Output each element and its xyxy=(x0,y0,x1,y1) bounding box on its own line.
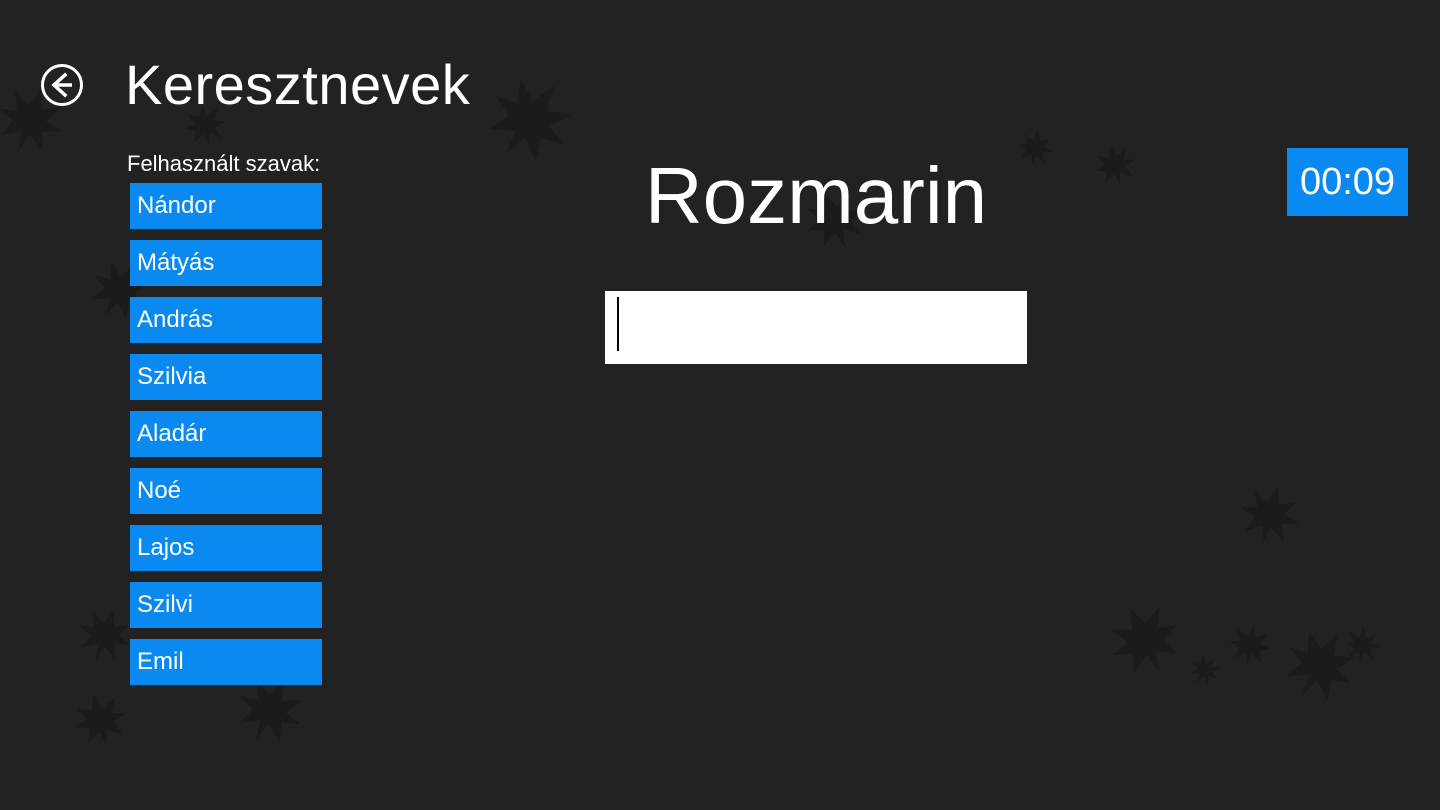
text-caret xyxy=(617,297,619,351)
used-word-item: Mátyás xyxy=(130,240,322,286)
used-word-item: Szilvi xyxy=(130,582,322,628)
back-button[interactable] xyxy=(40,63,84,107)
used-word-item: Szilvia xyxy=(130,354,322,400)
used-word-item: Nándor xyxy=(130,183,322,229)
used-word-item: Emil xyxy=(130,639,322,685)
used-word-item: András xyxy=(130,297,322,343)
page-title: Keresztnevek xyxy=(125,53,471,116)
used-word-item: Aladár xyxy=(130,411,322,457)
used-word-item: Lajos xyxy=(130,525,322,571)
used-words-label: Felhasznált szavak: xyxy=(127,151,321,176)
arrow-left-circle-icon xyxy=(41,64,83,106)
used-words-list: Nándor Mátyás András Szilvia Aladár Noé … xyxy=(130,183,322,696)
countdown-timer: 00:09 xyxy=(1287,148,1408,216)
used-word-item: Noé xyxy=(130,468,322,514)
answer-input[interactable] xyxy=(605,291,1027,364)
current-word: Rozmarin xyxy=(644,151,988,240)
